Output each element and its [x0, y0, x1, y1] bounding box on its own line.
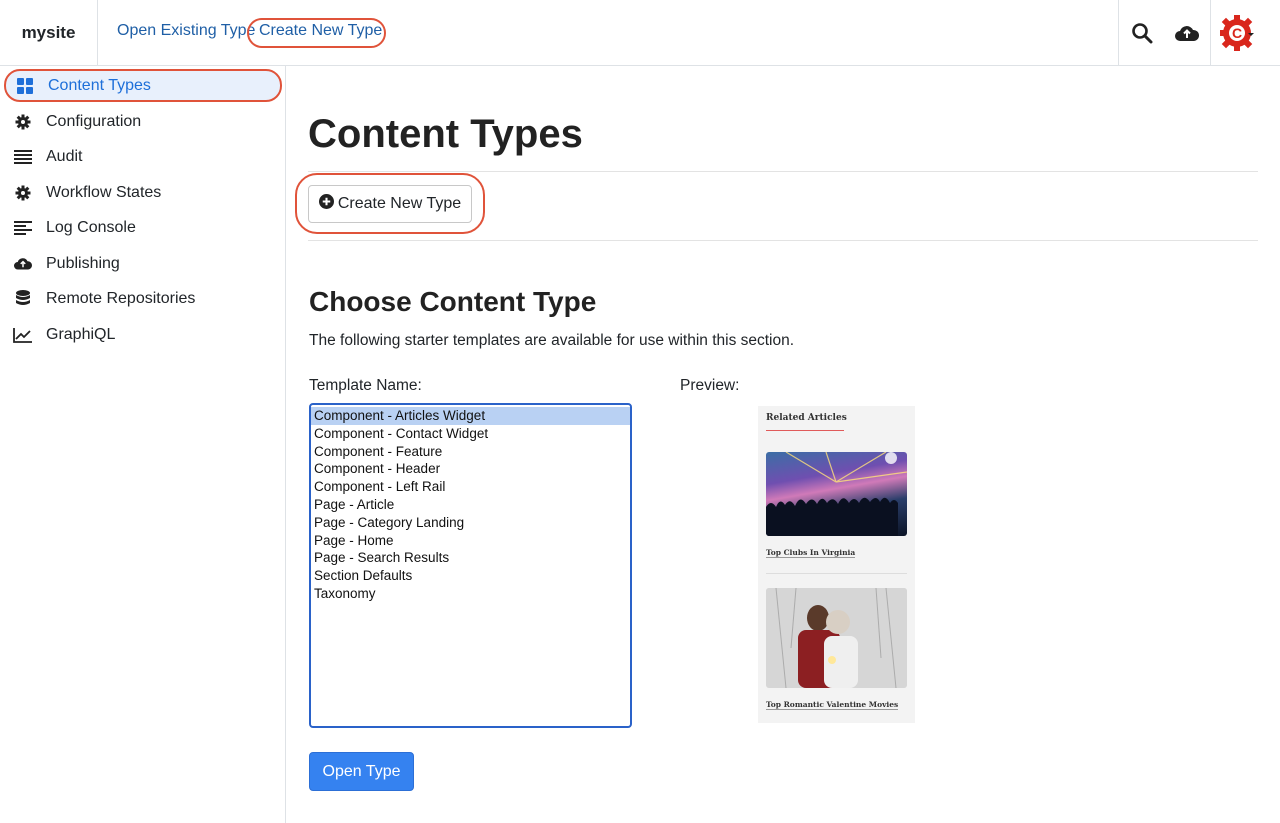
open-existing-type-link[interactable]: Open Existing Type [117, 22, 255, 40]
template-option[interactable]: Component - Contact Widget [311, 425, 630, 443]
preview-item-title: Top Romantic Valentine Movies [766, 700, 899, 710]
align-left-icon [12, 220, 34, 235]
search-icon[interactable] [1127, 18, 1157, 48]
sidebar: Content Types Configuration Audit Workfl… [0, 66, 286, 823]
list-icon [12, 149, 34, 164]
sidebar-item-label: Workflow States [46, 183, 162, 201]
open-type-button[interactable]: Open Type [309, 752, 414, 791]
chart-line-icon [12, 327, 34, 343]
sidebar-item-remote-repositories[interactable]: Remote Repositories [4, 282, 282, 315]
template-option[interactable]: Page - Category Landing [311, 514, 630, 532]
template-preview: Related Articles Top Clubs In Virginia T… [758, 406, 915, 723]
svg-text:C: C [1232, 25, 1242, 41]
create-new-type-link[interactable]: Create New Type [259, 22, 382, 40]
divider [308, 171, 1258, 172]
grid-icon [14, 77, 36, 94]
cloud-upload-icon [12, 256, 34, 271]
divider [1210, 0, 1211, 65]
sidebar-item-label: Remote Repositories [46, 289, 196, 307]
site-name[interactable]: mysite [0, 0, 98, 65]
template-option[interactable]: Taxonomy [311, 585, 630, 603]
preview-label: Preview: [680, 377, 740, 394]
page-title: Content Types [308, 112, 583, 156]
template-option[interactable]: Page - Search Results [311, 549, 630, 567]
concert-crowd-image [766, 452, 907, 536]
create-new-type-button[interactable]: Create New Type [308, 185, 472, 223]
template-option[interactable]: Component - Feature [311, 443, 630, 461]
sidebar-item-audit[interactable]: Audit [4, 140, 282, 173]
template-option[interactable]: Component - Articles Widget [311, 407, 630, 425]
divider [308, 240, 1258, 241]
sidebar-item-label: GraphiQL [46, 325, 116, 343]
sidebar-item-label: Log Console [46, 218, 136, 236]
top-bar: mysite Open Existing Type Create New Typ… [0, 0, 1280, 66]
sidebar-item-content-types[interactable]: Content Types [4, 69, 282, 102]
template-name-label: Template Name: [309, 377, 422, 394]
sidebar-item-graphiql[interactable]: GraphiQL [4, 318, 282, 351]
sidebar-item-workflow-states[interactable]: Workflow States [4, 176, 282, 209]
template-option[interactable]: Component - Left Rail [311, 478, 630, 496]
gear-icon [12, 185, 34, 201]
gear-icon [12, 114, 34, 130]
cloud-upload-icon[interactable] [1172, 18, 1202, 48]
section-description: The following starter templates are avai… [309, 332, 795, 349]
database-icon [12, 290, 34, 307]
sidebar-item-publishing[interactable]: Publishing [4, 247, 282, 280]
preview-item-title: Top Clubs In Virginia [766, 548, 856, 558]
button-label: Create New Type [337, 195, 462, 212]
sidebar-item-label: Content Types [48, 76, 151, 94]
template-listbox[interactable]: Component - Articles Widget Component - … [309, 403, 632, 728]
section-title: Choose Content Type [309, 286, 597, 317]
sidebar-item-log-console[interactable]: Log Console [4, 211, 282, 244]
plus-circle-icon [318, 194, 334, 214]
template-option[interactable]: Section Defaults [311, 567, 630, 585]
preview-heading: Related Articles [766, 413, 847, 423]
divider [1118, 0, 1119, 65]
couple-winter-image [766, 588, 907, 688]
template-option[interactable]: Page - Article [311, 496, 630, 514]
sidebar-item-label: Configuration [46, 112, 142, 130]
sidebar-item-configuration[interactable]: Configuration [4, 105, 282, 138]
divider [766, 573, 907, 574]
divider [766, 430, 844, 431]
sidebar-item-label: Audit [46, 147, 83, 165]
template-option[interactable]: Page - Home [311, 532, 630, 550]
template-option[interactable]: Component - Header [311, 460, 630, 478]
sidebar-item-label: Publishing [46, 254, 120, 272]
crafter-logo-icon[interactable]: C [1220, 14, 1258, 52]
